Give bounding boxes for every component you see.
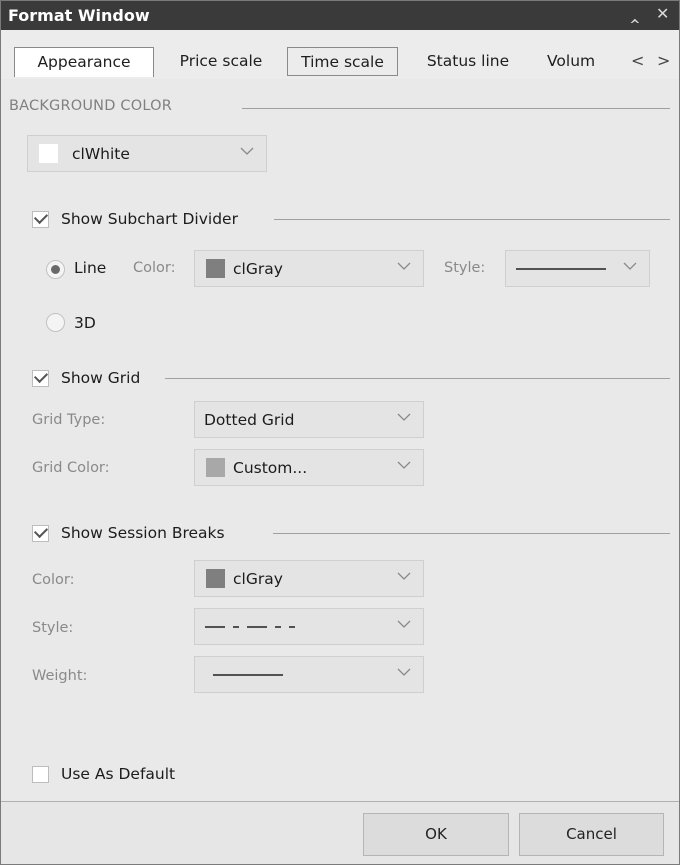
close-icon[interactable]: ✕ <box>656 4 669 23</box>
thin-line-sample <box>213 674 283 676</box>
radio-dot-icon <box>51 265 60 274</box>
cancel-button[interactable]: Cancel <box>519 813 664 856</box>
3d-radio-label: 3D <box>74 314 96 332</box>
color-swatch <box>206 259 225 278</box>
chevron-left-icon[interactable]: < <box>631 51 644 70</box>
window-title: Format Window <box>8 6 150 25</box>
session-color-label: Color: <box>32 572 75 588</box>
divider <box>165 378 670 379</box>
grid-type-label: Grid Type: <box>32 412 106 428</box>
session-color-value: clGray <box>233 570 283 588</box>
divider-style-select[interactable] <box>505 250 650 287</box>
title-bar: Format Window ‸ ✕ <box>1 1 679 30</box>
tab-status-line[interactable]: Status line <box>405 47 531 76</box>
use-as-default-checkbox[interactable] <box>32 766 49 783</box>
grid-type-value: Dotted Grid <box>204 411 295 429</box>
chevron-down-icon <box>397 620 411 628</box>
tab-strip: Appearance Price scale Time scale Status… <box>1 30 679 80</box>
line-radio[interactable] <box>46 260 65 279</box>
check-icon <box>33 209 49 225</box>
divider-style-label: Style: <box>444 260 486 276</box>
background-color-value: clWhite <box>72 145 130 163</box>
show-grid-label: Show Grid <box>61 369 141 387</box>
show-subchart-divider-label: Show Subchart Divider <box>61 210 238 228</box>
divider-color-select[interactable]: clGray <box>194 250 424 287</box>
dialog-footer: OK Cancel <box>1 801 679 864</box>
divider <box>273 533 670 534</box>
solid-line-sample <box>516 268 606 270</box>
session-color-select[interactable]: clGray <box>194 560 424 597</box>
chevron-down-icon <box>397 413 411 421</box>
chevron-down-icon <box>623 262 637 270</box>
session-weight-label: Weight: <box>32 668 88 684</box>
show-subchart-divider-checkbox[interactable] <box>32 209 49 228</box>
grid-type-select[interactable]: Dotted Grid <box>194 401 424 438</box>
divider-color-value: clGray <box>233 260 283 278</box>
show-session-breaks-label: Show Session Breaks <box>61 524 225 542</box>
background-color-caption: BACKGROUND COLOR <box>9 98 172 114</box>
color-swatch <box>39 144 58 163</box>
divider <box>274 219 670 220</box>
color-swatch <box>206 458 225 477</box>
tab-appearance[interactable]: Appearance <box>14 47 154 77</box>
divider <box>242 108 670 109</box>
check-icon <box>33 523 49 539</box>
dash-dot-line-sample <box>205 626 295 628</box>
show-grid-checkbox[interactable] <box>32 368 49 387</box>
tab-price-scale[interactable]: Price scale <box>161 47 281 76</box>
divider-color-label: Color: <box>133 260 176 276</box>
grid-color-value: Custom... <box>233 459 308 477</box>
tab-volume[interactable]: Volum <box>539 47 621 76</box>
grid-color-select[interactable]: Custom... <box>194 449 424 486</box>
chevron-down-icon <box>397 572 411 580</box>
session-weight-select[interactable] <box>194 656 424 693</box>
grid-color-label: Grid Color: <box>32 460 110 476</box>
chevron-up-icon[interactable]: ‸ <box>629 4 641 23</box>
line-radio-label: Line <box>74 259 107 277</box>
session-style-label: Style: <box>32 620 74 636</box>
session-style-select[interactable] <box>194 608 424 645</box>
appearance-panel: BACKGROUND COLOR clWhite Show Subchart D… <box>1 79 679 801</box>
3d-radio[interactable] <box>46 313 65 332</box>
chevron-down-icon <box>240 147 254 155</box>
chevron-down-icon <box>397 262 411 270</box>
chevron-right-icon[interactable]: > <box>657 51 670 70</box>
tab-time-scale[interactable]: Time scale <box>287 47 398 76</box>
chevron-down-icon <box>397 461 411 469</box>
ok-button[interactable]: OK <box>363 813 509 856</box>
use-as-default-label: Use As Default <box>61 765 176 783</box>
show-session-breaks-checkbox[interactable] <box>32 523 49 542</box>
background-color-select[interactable]: clWhite <box>27 135 267 172</box>
check-icon <box>33 368 49 384</box>
format-window: Format Window ‸ ✕ Appearance Price scale… <box>0 0 680 865</box>
chevron-down-icon <box>397 668 411 676</box>
color-swatch <box>206 569 225 588</box>
